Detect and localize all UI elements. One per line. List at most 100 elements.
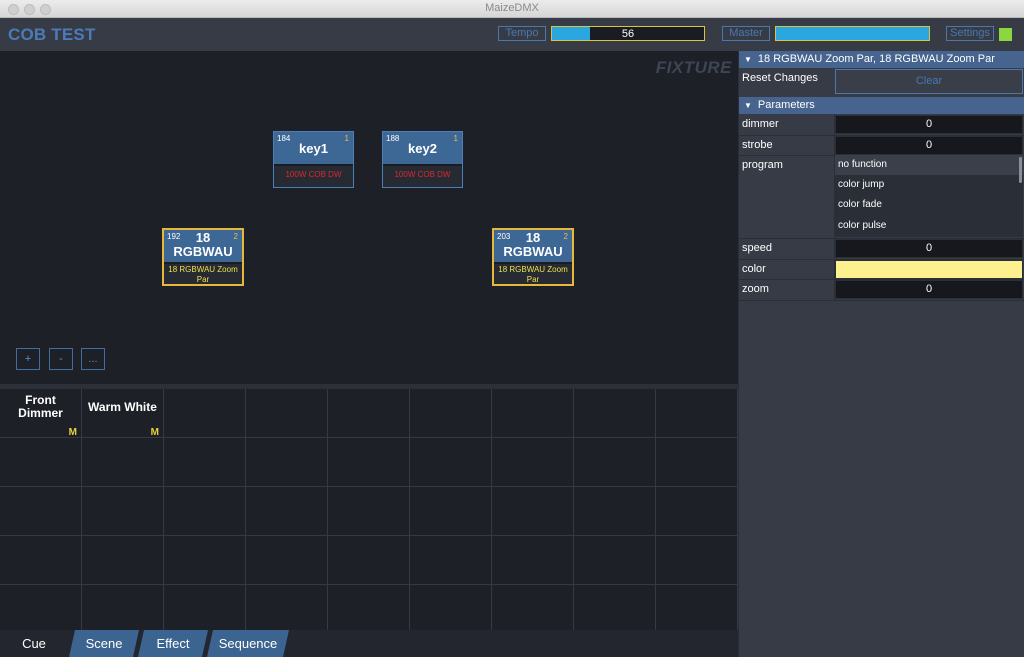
- cue-cell-empty[interactable]: [164, 487, 246, 536]
- selection-title: 18 RGBWAU Zoom Par, 18 RGBWAU Zoom Par: [757, 53, 995, 65]
- fixture-stage[interactable]: FIXTURE 184 1 key1 100W COB DW 188 1 key…: [0, 51, 738, 384]
- cue-cell-empty[interactable]: [656, 536, 738, 585]
- cue-cell-empty[interactable]: [574, 487, 656, 536]
- cue-cell-empty[interactable]: [410, 389, 492, 438]
- fixture-type-line1: 18 RGBWAU Zoom: [498, 265, 568, 274]
- dimmer-field[interactable]: 0: [835, 115, 1023, 134]
- cue-name: Warm White: [82, 401, 163, 414]
- app-header: COB TEST Tempo 56 Master Settings: [0, 18, 1024, 51]
- window-title: MaizeDMX: [485, 2, 539, 14]
- cue-cell-empty[interactable]: [410, 585, 492, 634]
- zoom-field[interactable]: 0: [835, 280, 1023, 299]
- cue-cell-empty[interactable]: [0, 438, 82, 487]
- cue-cell-empty[interactable]: [328, 585, 410, 634]
- tab-sequence[interactable]: Sequence: [207, 630, 289, 657]
- settings-button[interactable]: Settings: [946, 26, 994, 41]
- dimmer-label: dimmer: [742, 118, 779, 130]
- cue-cell-empty[interactable]: [574, 585, 656, 634]
- fixture-name: key1: [299, 141, 328, 156]
- fixture-name: 18 RGBWAU: [494, 231, 572, 259]
- cue-cell-empty[interactable]: [328, 536, 410, 585]
- cue-cell-empty[interactable]: [492, 389, 574, 438]
- program-option-color-fade[interactable]: color fade: [835, 195, 1023, 215]
- fixture-name-line1: 18: [195, 230, 211, 245]
- color-swatch[interactable]: [835, 260, 1023, 279]
- strobe-field[interactable]: 0: [835, 136, 1023, 155]
- fixture-rgbwau-192[interactable]: 192 2 18 RGBWAU 18 RGBWAU Zoom Par: [162, 228, 244, 286]
- cue-cell-empty[interactable]: [0, 536, 82, 585]
- add-fixture-button[interactable]: +: [16, 348, 40, 370]
- fixture-key2[interactable]: 188 1 key2 100W COB DW: [382, 131, 463, 188]
- cue-cell-empty[interactable]: [164, 585, 246, 634]
- fixture-header: 188 1 key2: [383, 132, 462, 164]
- cue-cell-empty[interactable]: [574, 536, 656, 585]
- fixture-header: 184 1 key1: [274, 132, 353, 164]
- tab-scene[interactable]: Scene: [69, 630, 139, 657]
- cue-mode-badge: M: [150, 427, 159, 438]
- cue-cell-empty[interactable]: [492, 487, 574, 536]
- remove-fixture-button[interactable]: -: [49, 348, 73, 370]
- cue-cell-empty[interactable]: [246, 389, 328, 438]
- cue-cell-empty[interactable]: [164, 536, 246, 585]
- cue-cell-empty[interactable]: [656, 389, 738, 438]
- cue-cell-empty[interactable]: [492, 585, 574, 634]
- clear-button[interactable]: Clear: [835, 69, 1023, 94]
- cue-cell-empty[interactable]: [0, 487, 82, 536]
- parameters-title: Parameters: [757, 99, 815, 111]
- cue-cell-empty[interactable]: [328, 389, 410, 438]
- tab-cue[interactable]: Cue: [0, 630, 68, 657]
- cue-cell-empty[interactable]: [246, 585, 328, 634]
- cue-cell-empty[interactable]: [410, 536, 492, 585]
- cue-cell-empty[interactable]: [246, 438, 328, 487]
- program-list[interactable]: no function color jump color fade color …: [835, 155, 1023, 237]
- more-options-button[interactable]: ...: [81, 348, 105, 370]
- cue-cell-empty[interactable]: [246, 536, 328, 585]
- cue-cell-empty[interactable]: [410, 487, 492, 536]
- fixture-type: 100W COB DW: [285, 170, 342, 179]
- tab-effect[interactable]: Effect: [138, 630, 208, 657]
- cue-cell-empty[interactable]: [82, 438, 164, 487]
- selection-header[interactable]: ▼ 18 RGBWAU Zoom Par, 18 RGBWAU Zoom Par: [739, 51, 1024, 68]
- cue-grid[interactable]: Front Dimmer M Warm White M: [0, 384, 738, 634]
- cue-cell-front-dimmer[interactable]: Front Dimmer M: [0, 389, 82, 438]
- cue-cell-empty[interactable]: [246, 487, 328, 536]
- cue-cell-empty[interactable]: [328, 438, 410, 487]
- master-slider[interactable]: [775, 26, 930, 41]
- tempo-button[interactable]: Tempo: [498, 26, 546, 41]
- program-list-scrollbar[interactable]: [1019, 157, 1022, 183]
- show-title: COB TEST: [8, 25, 96, 44]
- cue-cell-empty[interactable]: [410, 438, 492, 487]
- cue-cell-warm-white[interactable]: Warm White M: [82, 389, 164, 438]
- cue-cell-empty[interactable]: [82, 536, 164, 585]
- cue-cell-empty[interactable]: [492, 438, 574, 487]
- fixture-name-line2: RGBWAU: [173, 244, 233, 259]
- fixture-key1[interactable]: 184 1 key1 100W COB DW: [273, 131, 354, 188]
- speed-field[interactable]: 0: [835, 239, 1023, 258]
- cue-cell-empty[interactable]: [164, 389, 246, 438]
- strobe-label: strobe: [742, 139, 773, 151]
- zoom-label: zoom: [742, 283, 769, 295]
- cue-cell-empty[interactable]: [656, 585, 738, 634]
- cue-cell-empty[interactable]: [328, 487, 410, 536]
- cue-cell-empty[interactable]: [574, 389, 656, 438]
- inspector-panel: ▼ 18 RGBWAU Zoom Par, 18 RGBWAU Zoom Par …: [738, 51, 1024, 657]
- program-option-color-pulse[interactable]: color pulse: [835, 216, 1023, 236]
- program-option-no-function[interactable]: no function: [835, 155, 1023, 175]
- cue-cell-empty[interactable]: [82, 585, 164, 634]
- fixture-rgbwau-203[interactable]: 203 2 18 RGBWAU 18 RGBWAU Zoom Par: [492, 228, 574, 286]
- cue-cell-empty[interactable]: [492, 536, 574, 585]
- fixture-name: 18 RGBWAU: [164, 231, 242, 259]
- cue-mode-badge: M: [68, 427, 77, 438]
- cue-cell-empty[interactable]: [0, 585, 82, 634]
- parameters-header[interactable]: ▼ Parameters: [739, 97, 1024, 114]
- tempo-slider[interactable]: 56: [551, 26, 705, 41]
- fixture-type-line2: Par: [196, 275, 210, 284]
- cue-cell-empty[interactable]: [656, 438, 738, 487]
- cue-cell-empty[interactable]: [574, 438, 656, 487]
- program-option-color-jump[interactable]: color jump: [835, 175, 1023, 195]
- cue-cell-empty[interactable]: [164, 438, 246, 487]
- master-button[interactable]: Master: [722, 26, 770, 41]
- cue-cell-empty[interactable]: [82, 487, 164, 536]
- fixture-type: 100W COB DW: [394, 170, 451, 179]
- cue-cell-empty[interactable]: [656, 487, 738, 536]
